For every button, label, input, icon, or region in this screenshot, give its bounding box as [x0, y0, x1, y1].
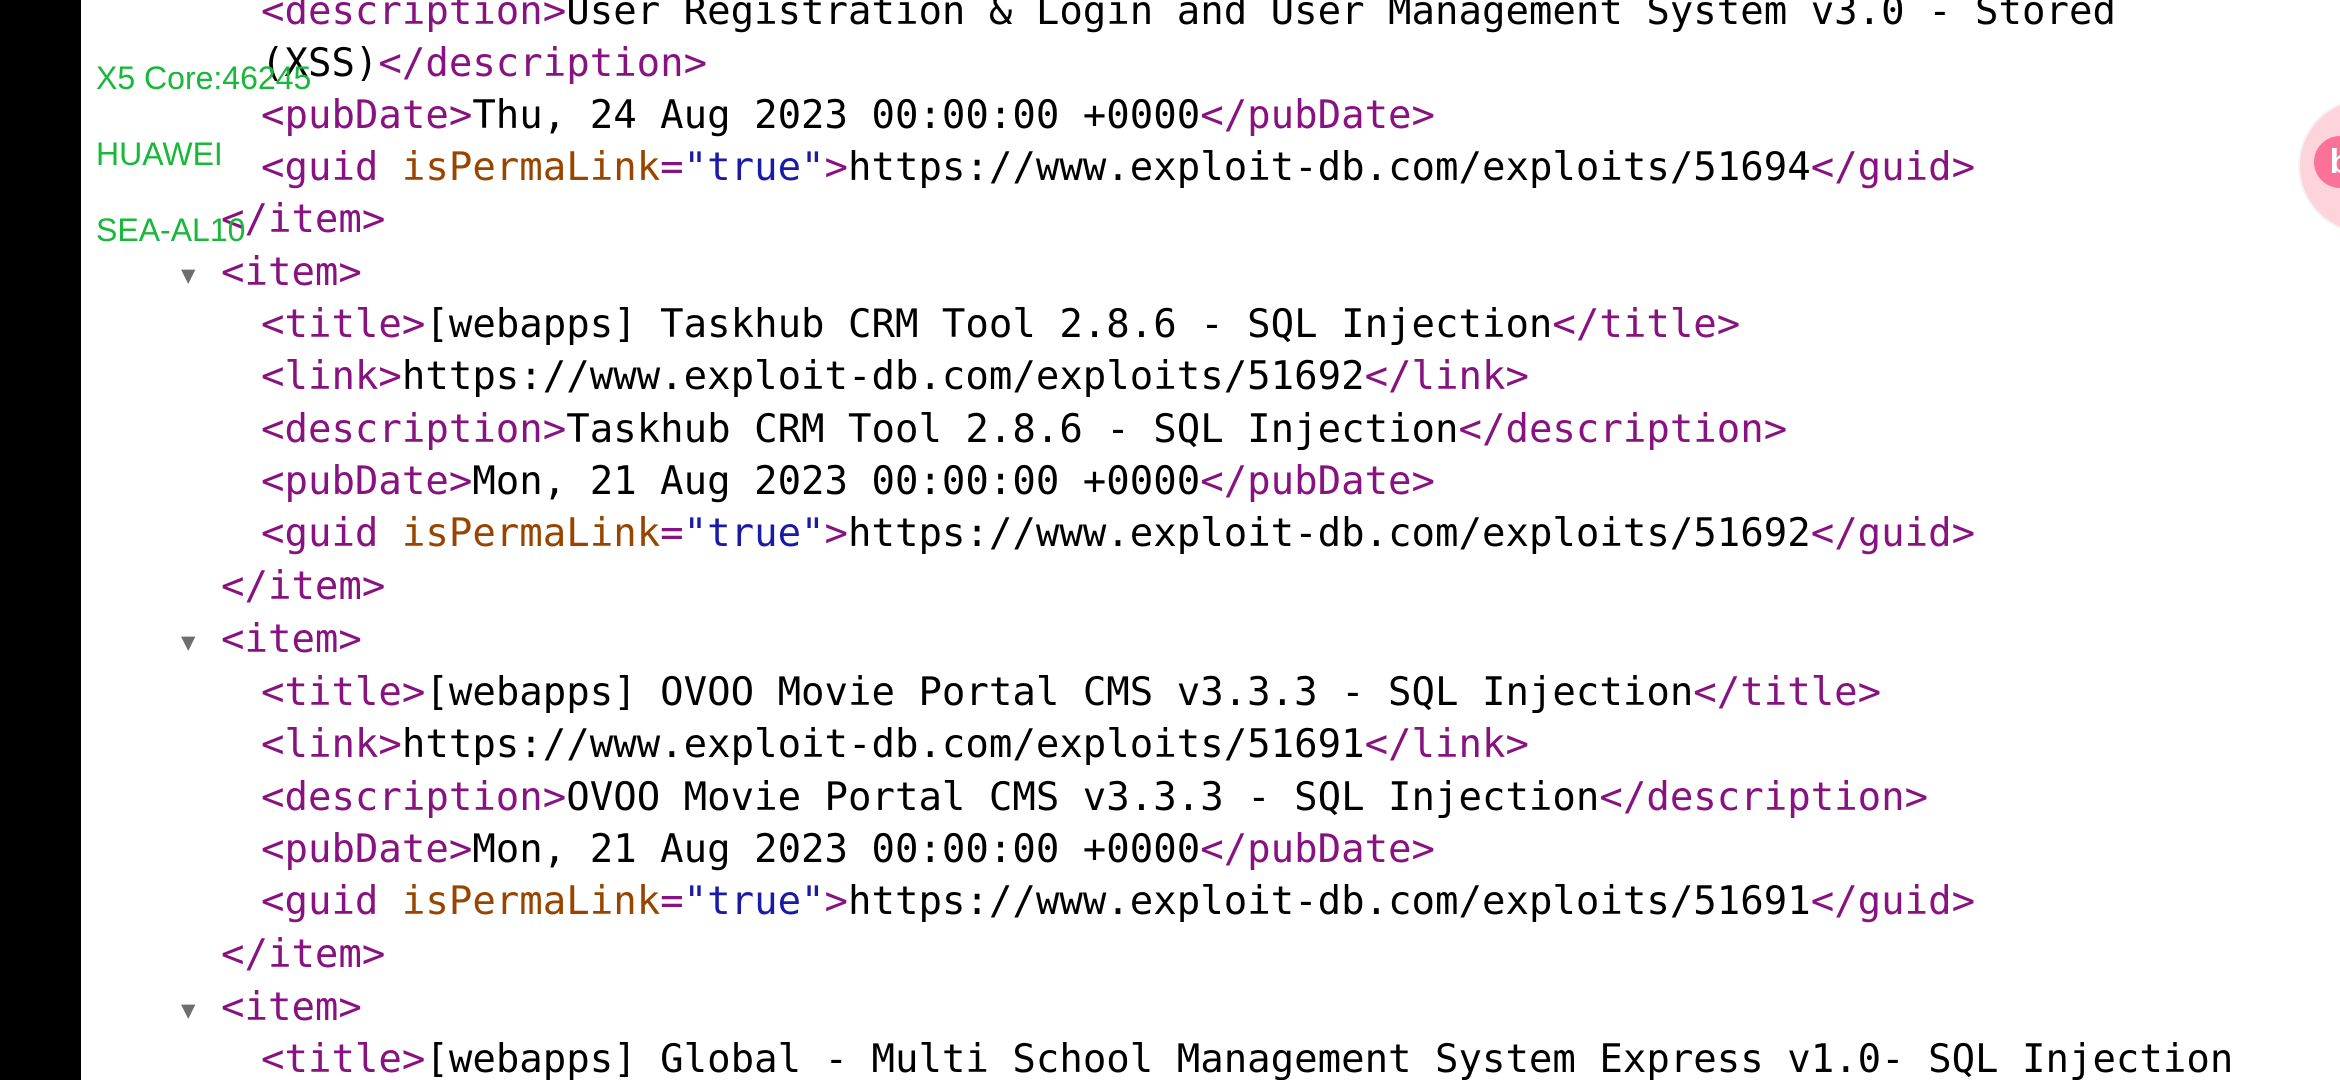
xml-tag-open: <guid — [261, 511, 402, 556]
collapse-toggle-icon[interactable]: ▼ — [181, 616, 221, 668]
xml-line-link: <link>https://www.exploit-db.com/exploit… — [261, 719, 1529, 771]
xml-viewer: <description>User Registration & Login a… — [81, 0, 2340, 1080]
left-black-bar — [0, 0, 81, 1080]
xml-tag-close: </guid> — [1810, 145, 1976, 190]
xml-tag-open: <title> — [261, 302, 426, 347]
bilibili-icon: b — [2314, 136, 2340, 188]
xml-tag-close: </pubDate> — [1200, 827, 1436, 872]
xml-line-title: <title>[webapps] OVOO Movie Portal CMS v… — [261, 667, 1881, 719]
xml-tag-close: </description> — [1599, 775, 1929, 820]
xml-line-item-open[interactable]: ▼ <item> — [181, 982, 362, 1034]
device-brand-label: HUAWEI — [96, 136, 223, 172]
xml-line-description-cont: (XSS)</description> — [261, 38, 707, 90]
xml-text: https://www.exploit-db.com/exploits/5169… — [848, 511, 1811, 556]
xml-text: Taskhub CRM Tool 2.8.6 - SQL Injection — [566, 407, 1459, 452]
xml-text: User Registration & Login and User Manag… — [566, 0, 2116, 34]
xml-text: Mon, 21 Aug 2023 00:00:00 +0000 — [472, 827, 1201, 872]
xml-line-description: <description>User Registration & Login a… — [261, 0, 2116, 38]
xml-tag-close: </pubDate> — [1200, 459, 1436, 504]
xml-tag-open: <title> — [261, 670, 426, 715]
xml-line-item-close: </item> — [221, 561, 385, 613]
xml-line-pubdate: <pubDate>Mon, 21 Aug 2023 00:00:00 +0000… — [261, 824, 1435, 876]
xml-text: https://www.exploit-db.com/exploits/5169… — [401, 722, 1365, 767]
xml-text: Mon, 21 Aug 2023 00:00:00 +0000 — [472, 459, 1201, 504]
xml-attr-name: isPermaLink — [401, 511, 661, 556]
xml-attr-name: isPermaLink — [401, 145, 661, 190]
xml-text: [webapps] Taskhub CRM Tool 2.8.6 - SQL I… — [425, 302, 1553, 347]
xml-text: https://www.exploit-db.com/exploits/5169… — [848, 145, 1811, 190]
xml-text: [webapps] Global - Multi School Manageme… — [425, 1037, 2234, 1080]
xml-tag-close: </item> — [221, 564, 386, 609]
xml-attr-value: "true" — [683, 145, 825, 190]
xml-tag-open: <item> — [221, 985, 362, 1030]
xml-tag-open: <item> — [221, 617, 362, 662]
xml-text: Thu, 24 Aug 2023 00:00:00 +0000 — [472, 93, 1201, 138]
xml-tag-close: </pubDate> — [1200, 93, 1436, 138]
xml-tag-close: </guid> — [1810, 511, 1976, 556]
xml-attr-value: "true" — [683, 879, 825, 924]
xml-gt: > — [824, 511, 849, 556]
xml-gt: > — [824, 879, 849, 924]
xml-tag-open: <pubDate> — [261, 827, 473, 872]
xml-text: https://www.exploit-db.com/exploits/5169… — [848, 879, 1811, 924]
xml-line-guid: <guid isPermaLink="true">https://www.exp… — [261, 508, 1975, 560]
device-info-overlay: X5 Core:46245 HUAWEI SEA-AL10 — [96, 40, 311, 268]
xml-line-guid: <guid isPermaLink="true">https://www.exp… — [261, 142, 1975, 194]
xml-line-pubdate: <pubDate>Thu, 24 Aug 2023 00:00:00 +0000… — [261, 90, 1435, 142]
xml-eq: = — [660, 145, 684, 190]
core-version-label: X5 Core:46245 — [96, 60, 312, 96]
xml-tag-open: <link> — [261, 354, 402, 399]
xml-text: OVOO Movie Portal CMS v3.3.3 - SQL Injec… — [566, 775, 1600, 820]
xml-tag-close: </title> — [1693, 670, 1882, 715]
xml-tag-close: </description> — [378, 41, 708, 86]
xml-gt: > — [824, 145, 849, 190]
xml-tag-close: </link> — [1364, 354, 1529, 399]
xml-line-item-open[interactable]: ▼ <item> — [181, 614, 362, 666]
device-model-label: SEA-AL10 — [96, 212, 246, 248]
xml-attr-name: isPermaLink — [401, 879, 661, 924]
xml-eq: = — [660, 879, 684, 924]
collapse-toggle-icon[interactable]: ▼ — [181, 984, 221, 1036]
xml-tag-open: <link> — [261, 722, 402, 767]
xml-line-description: <description>OVOO Movie Portal CMS v3.3.… — [261, 772, 1928, 824]
xml-tag-open: <description> — [261, 407, 567, 452]
xml-text: https://www.exploit-db.com/exploits/5169… — [401, 354, 1365, 399]
xml-line-description: <description>Taskhub CRM Tool 2.8.6 - SQ… — [261, 404, 1787, 456]
xml-tag-close: </item> — [221, 932, 386, 977]
xml-tag-close: </link> — [1364, 722, 1529, 767]
xml-tag-open: <title> — [261, 1037, 426, 1080]
xml-line-guid: <guid isPermaLink="true">https://www.exp… — [261, 876, 1975, 928]
xml-tag-open: <description> — [261, 0, 567, 34]
xml-line-pubdate: <pubDate>Mon, 21 Aug 2023 00:00:00 +0000… — [261, 456, 1435, 508]
xml-tag-open: <description> — [261, 775, 567, 820]
xml-line-item-close: </item> — [221, 929, 385, 981]
xml-tag-close: </guid> — [1810, 879, 1976, 924]
xml-eq: = — [660, 511, 684, 556]
xml-tag-close: </title> — [1552, 302, 1741, 347]
xml-attr-value: "true" — [683, 511, 825, 556]
xml-line-title: <title>[webapps] Taskhub CRM Tool 2.8.6 … — [261, 299, 1740, 351]
xml-line-title: <title>[webapps] Global - Multi School M… — [261, 1034, 2233, 1080]
xml-text: [webapps] OVOO Movie Portal CMS v3.3.3 -… — [425, 670, 1694, 715]
xml-line-link: <link>https://www.exploit-db.com/exploit… — [261, 351, 1529, 403]
xml-tag-close: </description> — [1458, 407, 1788, 452]
xml-tag-open: <pubDate> — [261, 459, 473, 504]
xml-tag-open: <guid — [261, 879, 402, 924]
